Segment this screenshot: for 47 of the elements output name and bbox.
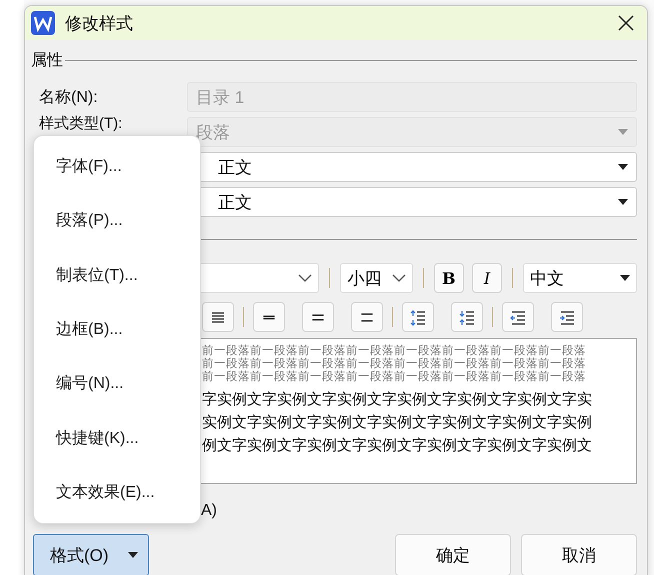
italic-button[interactable]: I [472,263,502,293]
app-logo-icon [31,11,55,35]
chevron-icon [298,274,312,282]
preview-text: 前一段落前一段落前一段落前一段落前一段落前一段落前一段落前一段落 [202,345,587,358]
indent-icon [510,308,526,326]
caret-icon [618,199,628,205]
caret-icon [128,552,138,558]
paragraph-format-button[interactable] [402,302,434,332]
menu-item[interactable]: 快捷键(K)... [34,422,200,455]
cancel-button[interactable]: 取消 [521,534,637,575]
line-spacing-icon [312,312,324,322]
section-heading: 属性 [31,50,63,70]
caret-icon [618,129,628,135]
paragraph-format-button[interactable] [551,302,583,332]
field-label: 名称(N): [39,88,98,106]
field-label: 样式类型(T): [39,115,122,132]
line-spacing-icon [361,312,373,322]
paragraph-format-button[interactable] [302,302,334,332]
ok-button[interactable]: 确定 [395,534,511,575]
window-title: 修改样式 [65,12,134,34]
paragraph-spacing-icon [458,308,476,326]
close-icon [617,14,635,32]
sample-text: 例文字实例文字实例文字实例文字实例文字实例文字实例文 [202,436,593,456]
option-label: A) [201,502,218,520]
caret-icon [618,164,628,170]
menu-item[interactable]: 制表位(T)... [34,258,200,292]
script-dropdown[interactable]: 中文 [523,263,637,293]
menu-item[interactable]: 编号(N)... [34,367,200,400]
paragraph-spacing-icon [410,308,426,326]
paragraph-format-button[interactable] [351,302,383,332]
format-button[interactable]: 格式(O) [33,534,149,575]
chevron-icon [392,274,406,282]
font-size-dropdown[interactable]: 小四 [340,263,413,293]
sample-text: 字实例文字实例文字实例文字实例文字实例文字实例文字实 [202,390,593,410]
bold-button[interactable]: B [434,263,464,293]
paragraph-format-button[interactable] [253,302,285,332]
preview-text: 前一段落前一段落前一段落前一段落前一段落前一段落前一段落前一段落 [202,358,587,370]
caret-icon [620,275,630,281]
indent-icon [558,308,576,326]
paragraph-format-button[interactable] [451,302,483,332]
menu-item[interactable]: 文本效果(E)... [34,476,200,509]
sample-text: 实例文字实例文字实例文字实例文字实例文字实例文字实例 [202,413,593,433]
paragraph-format-button[interactable] [502,302,534,332]
menu-item[interactable]: 边框(B)... [34,312,200,346]
paragraph-format-button[interactable] [202,302,234,332]
line-spacing-icon [263,312,275,322]
preview-text: 前一段落前一段落前一段落前一段落前一段落前一段落前一段落前一段落 [202,371,587,384]
